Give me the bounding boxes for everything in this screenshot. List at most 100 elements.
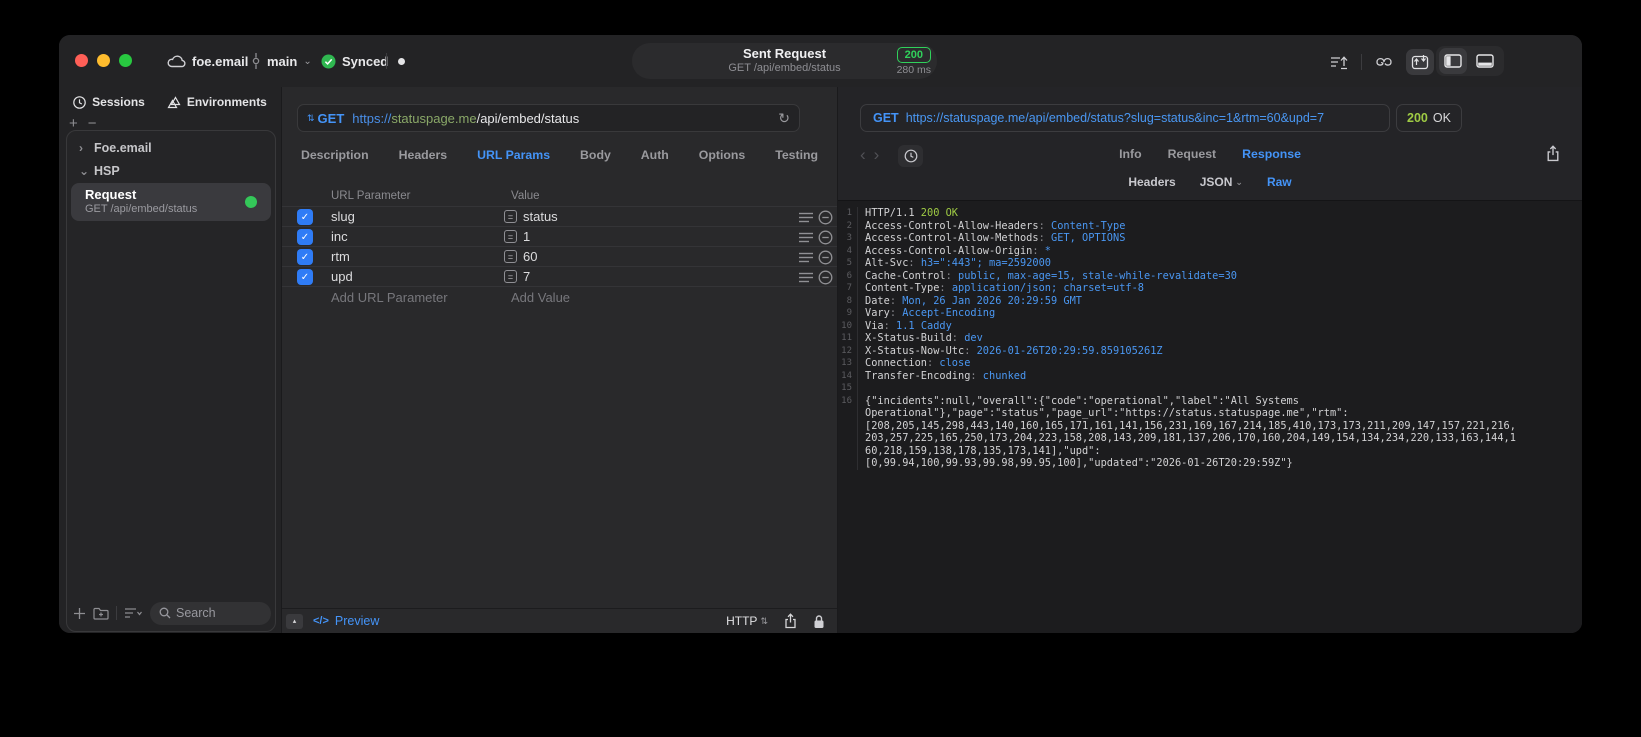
subtab-headers[interactable]: Headers: [1128, 175, 1175, 189]
resend-icon[interactable]: ↻: [778, 110, 790, 127]
remove-param-icon[interactable]: [818, 250, 833, 265]
project-cloud[interactable]: foe.email: [167, 35, 248, 87]
tab-url-params[interactable]: URL Params: [477, 148, 550, 162]
remove-param-icon[interactable]: [818, 210, 833, 225]
param-value-input[interactable]: status: [523, 209, 558, 224]
preview-button[interactable]: Preview: [335, 614, 379, 628]
line-content: Operational"},"page":"status","page_url"…: [857, 407, 1349, 420]
add-icon[interactable]: [73, 607, 86, 620]
method-label[interactable]: GET: [318, 111, 345, 126]
close-button[interactable]: [75, 54, 88, 67]
branch-selector[interactable]: main ⌄: [251, 35, 312, 87]
method-stepper-icon[interactable]: ⇅: [307, 113, 315, 124]
swap-panes-button[interactable]: [1406, 49, 1434, 75]
protocol-selector[interactable]: HTTP ⇅: [726, 614, 768, 628]
drag-handle-icon[interactable]: [799, 212, 813, 223]
param-row: ✓ rtm = 60: [282, 246, 837, 266]
param-checkbox[interactable]: ✓: [297, 249, 313, 265]
list-sort-icon[interactable]: [124, 607, 143, 619]
line-segment: HTTP/1.1: [865, 207, 921, 219]
line-segment: :: [970, 369, 983, 382]
subtab-raw[interactable]: Raw: [1267, 175, 1292, 189]
line-segment: :: [939, 282, 952, 294]
add-folder-icon[interactable]: [93, 607, 109, 620]
line-segment: :: [964, 344, 977, 357]
param-name-input[interactable]: rtm: [331, 249, 350, 264]
param-checkbox[interactable]: ✓: [297, 269, 313, 285]
search-placeholder: Search: [176, 606, 216, 620]
add-param-value-placeholder[interactable]: Add Value: [511, 290, 570, 305]
line-segment: Mon, 26 Jan 2026 20:29:59 GMT: [902, 294, 1082, 307]
sync-status[interactable]: Synced: [321, 35, 388, 87]
subtab-json[interactable]: JSON ⌄: [1200, 175, 1243, 189]
sent-request-title: Sent Request: [742, 46, 827, 61]
param-checkbox[interactable]: ✓: [297, 209, 313, 225]
request-url-bar[interactable]: ⇅ GET https://statuspage.me/api/embed/st…: [297, 104, 800, 132]
tab-body[interactable]: Body: [580, 148, 611, 162]
param-value-input[interactable]: 7: [523, 269, 530, 284]
line-number: 8: [846, 295, 852, 306]
tree-item-foe-email[interactable]: › Foe.email: [79, 141, 152, 155]
param-value-input[interactable]: 1: [523, 229, 530, 244]
line-segment: 60,218,159,138,178,135,173,141],"upd":: [865, 444, 1101, 457]
param-name-input[interactable]: upd: [331, 269, 353, 284]
remove-param-icon[interactable]: [818, 270, 833, 285]
updown-icon: ⇅: [760, 615, 768, 626]
add-param-name-placeholder[interactable]: Add URL Parameter: [331, 290, 448, 305]
tab-sessions-label: Sessions: [92, 95, 145, 109]
request-duration: 280 ms: [896, 64, 931, 76]
zoom-button[interactable]: [119, 54, 132, 67]
sent-request-pill[interactable]: Sent Request GET /api/embed/status 200 2…: [632, 43, 937, 79]
param-value-input[interactable]: 60: [523, 249, 537, 264]
tab-environments[interactable]: Environments: [167, 95, 267, 109]
drag-handle-icon[interactable]: [799, 272, 813, 283]
line-segment: application/json; charset=utf-8: [951, 282, 1144, 294]
tab-response[interactable]: Response: [1242, 147, 1301, 161]
line-segment: [208,205,145,298,443,140,160,165,171,161…: [865, 419, 1516, 432]
line-number: 9: [846, 308, 852, 318]
minimize-button[interactable]: [97, 54, 110, 67]
loop-icon: [1376, 57, 1392, 66]
tab-headers[interactable]: Headers: [399, 148, 448, 162]
request-list-item[interactable]: Request GET /api/embed/status: [71, 183, 271, 221]
tab-options[interactable]: Options: [699, 148, 745, 162]
loop-button[interactable]: [1370, 49, 1398, 75]
collapse-panel-button[interactable]: ▴: [286, 613, 303, 629]
param-name-input[interactable]: slug: [331, 209, 355, 224]
params-header: URL Parameter Value: [282, 190, 837, 206]
tab-auth[interactable]: Auth: [641, 148, 669, 162]
sent-request-url[interactable]: GET https://statuspage.me/api/embed/stat…: [860, 104, 1390, 132]
share-icon[interactable]: [784, 613, 797, 629]
response-body[interactable]: 1 HTTP/1.1 200 OK 2 Access-Control-Allow-He…: [838, 200, 1582, 633]
export-lines-button[interactable]: [1325, 49, 1353, 75]
tree-item-hsp[interactable]: ⌄ HSP: [79, 164, 120, 178]
line-number: 10: [841, 320, 852, 331]
line-content: Access-Control-Allow-Methods: GET, OPTIO…: [857, 232, 1125, 245]
layout-toggles: [1436, 46, 1504, 76]
project-name: foe.email: [192, 53, 249, 69]
line-number: [838, 445, 857, 458]
response-line: 7 Content-Type: application/json; charset…: [838, 282, 1582, 295]
drag-handle-icon[interactable]: [799, 232, 813, 243]
drag-handle-icon[interactable]: [799, 252, 813, 263]
search-input[interactable]: Search: [150, 601, 271, 625]
line-segment: {"incidents":null,"overall":{"code":"ope…: [865, 394, 1299, 407]
export-response-button[interactable]: [1546, 145, 1560, 162]
response-line: 12 X-Status-Now-Utc: 2026-01-26T20:29:59.…: [838, 344, 1582, 357]
param-checkbox[interactable]: ✓: [297, 229, 313, 245]
tab-info[interactable]: Info: [1119, 147, 1142, 161]
tab-sessions[interactable]: Sessions: [73, 95, 145, 109]
toggle-bottom-panel-button[interactable]: [1471, 48, 1499, 74]
request-footer: ▴ </> Preview HTTP ⇅: [282, 608, 837, 633]
param-name-input[interactable]: inc: [331, 229, 348, 244]
chevron-down-icon: ⌄: [1235, 176, 1243, 187]
remove-param-icon[interactable]: [818, 230, 833, 245]
tab-testing[interactable]: Testing: [775, 148, 818, 162]
branch-name: main: [267, 53, 298, 69]
subtab-label: Headers: [1128, 175, 1176, 189]
tab-request[interactable]: Request: [1168, 147, 1217, 161]
response-line: 6 Cache-Control: public, max-age=15, stal…: [838, 269, 1582, 282]
lock-icon[interactable]: [813, 614, 825, 629]
toggle-sidebar-button[interactable]: [1439, 48, 1467, 74]
tab-description[interactable]: Description: [301, 148, 369, 162]
